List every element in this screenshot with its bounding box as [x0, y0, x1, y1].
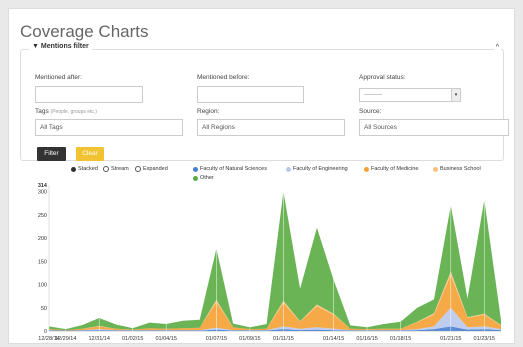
page-title: Coverage Charts — [20, 22, 149, 41]
radio-icon — [103, 166, 109, 172]
x-tick-label: 01/09/15 — [239, 336, 260, 342]
tags-input[interactable]: All Tags — [35, 119, 183, 136]
region-label: Region: — [197, 108, 220, 115]
x-tick-label: 01/11/15 — [273, 336, 294, 342]
mode-stacked-label: Stacked — [78, 166, 98, 172]
legend-swatch-icon — [364, 166, 369, 172]
mentions-filter-box: ▼ Mentions filter ^ Mentioned after: Men… — [20, 43, 509, 161]
approval-status-label: Approval status: — [359, 74, 406, 81]
region-input[interactable]: All Regions — [197, 119, 345, 136]
legend-swatch-icon — [433, 166, 438, 172]
x-tick-label: 01/04/15 — [155, 336, 176, 342]
legend-label: Faculty of Medicine — [371, 166, 419, 172]
mode-expanded-label: Expanded — [143, 166, 168, 172]
chevron-down-icon: ▾ — [451, 89, 460, 101]
legend-label: Business School — [440, 166, 481, 172]
x-tick-label: 01/18/15 — [390, 336, 411, 342]
mentioned-after-label: Mentioned after: — [35, 74, 82, 81]
coverage-panel: Coverage Charts ▼ Mentions filter ^ Ment… — [8, 8, 515, 344]
y-tick-label: 0 — [44, 329, 47, 335]
filter-button[interactable]: Filter — [37, 147, 66, 161]
y-tick-label: 200 — [38, 236, 47, 242]
legend-label: Faculty of Natural Sciences — [200, 166, 267, 172]
tags-label: Tags (People, groups etc.) — [35, 108, 97, 115]
filter-legend: ▼ Mentions filter — [29, 43, 92, 50]
legend-medicine[interactable]: Faculty of Medicine — [364, 166, 418, 172]
x-tick-label: 12/31/14 — [89, 336, 110, 342]
tags-label-text: Tags — [35, 108, 49, 115]
collapse-icon[interactable]: ^ — [493, 44, 501, 51]
radio-icon — [135, 166, 141, 172]
filter-legend-text: Mentions filter — [40, 43, 89, 50]
legend-swatch-icon — [286, 166, 291, 172]
radio-selected-icon — [71, 166, 76, 172]
caret-down-icon: ▼ — [32, 43, 39, 50]
y-tick-label: 150 — [38, 259, 47, 265]
legend-swatch-icon — [193, 166, 198, 172]
mode-expanded[interactable]: Expanded — [135, 166, 168, 172]
source-input[interactable]: All Sources — [359, 119, 509, 136]
legend-business[interactable]: Business School — [433, 166, 481, 172]
series-area-4 — [49, 191, 501, 331]
legend-label: Faculty of Engineering — [293, 166, 348, 172]
tags-hint: (People, groups etc.) — [50, 109, 97, 115]
clear-button[interactable]: Clear — [76, 147, 104, 161]
y-tick-label: 50 — [41, 306, 47, 312]
x-tick-label: 01/16/15 — [356, 336, 377, 342]
x-tick-label: 01/14/15 — [323, 336, 344, 342]
y-tick-label: 100 — [38, 283, 47, 289]
source-label: Source: — [359, 108, 382, 115]
mode-stacked[interactable]: Stacked — [71, 166, 98, 172]
x-tick-label: 01/07/15 — [206, 336, 227, 342]
x-tick-label: 01/23/15 — [474, 336, 495, 342]
approval-status-select[interactable]: --------- ▾ — [359, 88, 461, 102]
y-tick-label: 250 — [38, 213, 47, 219]
x-tick-label: 01/02/15 — [122, 336, 143, 342]
mentioned-after-input[interactable] — [35, 86, 143, 103]
x-tick-label: 12/29/14 — [55, 336, 76, 342]
mode-stream[interactable]: Stream — [103, 166, 129, 172]
legend-engineering[interactable]: Faculty of Engineering — [286, 166, 348, 172]
approval-status-value: --------- — [364, 92, 382, 98]
y-tick-label: 300 — [38, 190, 47, 196]
coverage-area-chart: 05010015020025030031412/28/1412/29/14 12/… — [38, 183, 501, 342]
mentioned-before-label: Mentioned before: — [197, 74, 250, 81]
legend-natural-sciences[interactable]: Faculty of Natural Sciences — [193, 166, 267, 172]
mode-stream-label: Stream — [111, 166, 129, 172]
mentioned-before-input[interactable] — [197, 86, 304, 103]
x-tick-label: 01/21/15 — [440, 336, 461, 342]
y-tick-label: 314 — [38, 183, 48, 189]
